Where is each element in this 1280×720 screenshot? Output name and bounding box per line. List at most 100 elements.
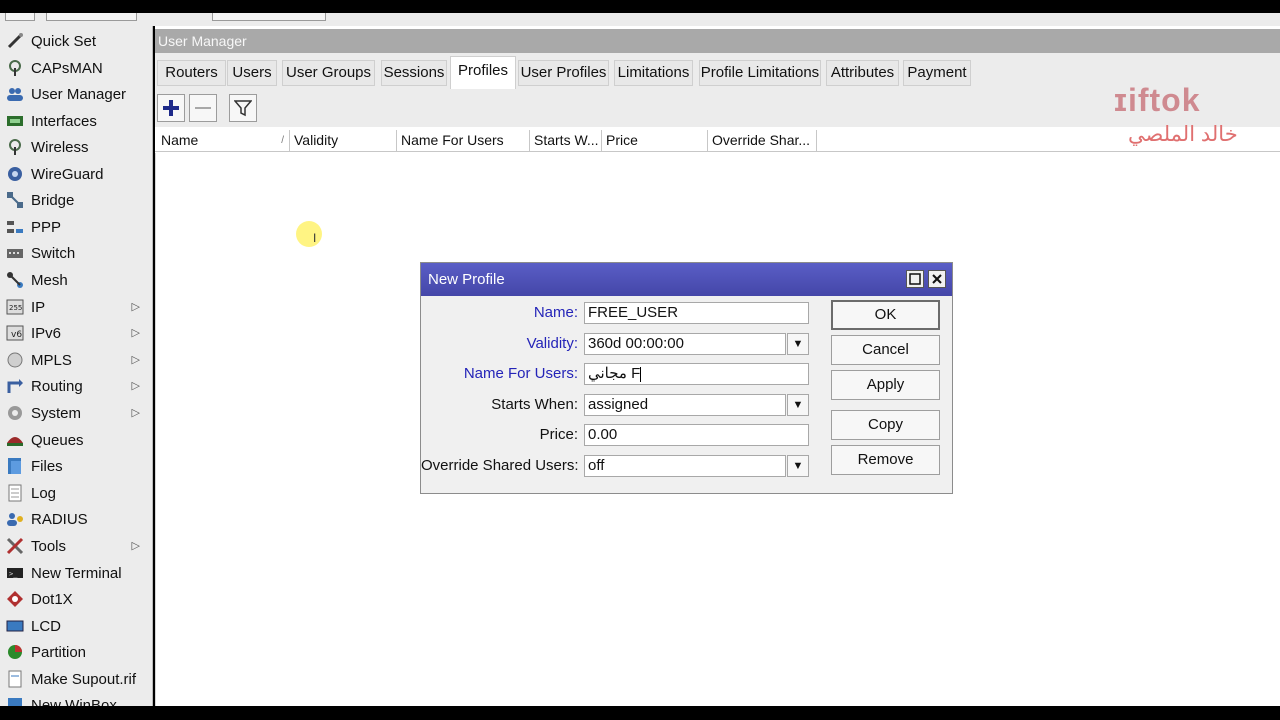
sidebar-item-ipv6[interactable]: v6 IPv6 ▷: [0, 320, 152, 346]
lcd-icon: [5, 617, 25, 635]
name-for-users-field[interactable]: مجاني F: [584, 363, 809, 385]
maximize-button[interactable]: [906, 270, 924, 288]
filter-button[interactable]: [229, 94, 257, 122]
back-button[interactable]: [5, 13, 35, 21]
sidebar-item-queues[interactable]: Queues: [0, 427, 152, 453]
sidebar-item-system[interactable]: System ▷: [0, 400, 152, 426]
sidebar-item-switch[interactable]: Switch: [0, 240, 152, 266]
sidebar-item-label: CAPsMAN: [31, 59, 103, 77]
tab-user-profiles[interactable]: User Profiles: [518, 60, 609, 86]
starts-when-field[interactable]: assigned: [584, 394, 786, 416]
sidebar-item-new-winbox[interactable]: New WinBox: [0, 692, 152, 706]
sidebar-item-interfaces[interactable]: Interfaces: [0, 108, 152, 134]
column-override-shared[interactable]: Override Shar...: [708, 130, 817, 151]
tab-user-groups[interactable]: User Groups: [282, 60, 375, 86]
sidebar-item-quick-set[interactable]: Quick Set: [0, 28, 152, 54]
filter-icon: [234, 100, 252, 117]
sidebar-item-radius[interactable]: RADIUS: [0, 506, 152, 532]
minus-icon: [195, 107, 211, 109]
sidebar-item-mpls[interactable]: MPLS ▷: [0, 347, 152, 373]
sidebar-item-bridge[interactable]: Bridge: [0, 187, 152, 213]
starts-when-dropdown-button[interactable]: ▼: [787, 394, 809, 416]
terminal-icon: >_: [5, 564, 25, 582]
sidebar-item-user-manager[interactable]: User Manager: [0, 81, 152, 107]
antenna-icon: [5, 59, 25, 77]
close-button[interactable]: [928, 270, 946, 288]
cursor-highlight: [296, 221, 322, 247]
log-icon: [5, 484, 25, 502]
supout-icon: [5, 670, 25, 688]
remove-button[interactable]: [189, 94, 217, 122]
folder-icon: [5, 457, 25, 475]
sidebar-item-label: Interfaces: [31, 112, 97, 130]
text-caret: [640, 366, 642, 382]
column-name[interactable]: Name /: [157, 130, 290, 151]
sidebar-item-label: Routing: [31, 377, 83, 395]
cancel-button[interactable]: Cancel: [831, 335, 940, 365]
sidebar-item-dot1x[interactable]: Dot1X: [0, 586, 152, 612]
tab-routers[interactable]: Routers: [157, 60, 226, 86]
sidebar-item-label: System: [31, 404, 82, 422]
sidebar-item-new-terminal[interactable]: >_ New Terminal: [0, 560, 152, 586]
apply-button[interactable]: Apply: [831, 370, 940, 400]
sidebar-item-log[interactable]: Log: [0, 480, 152, 506]
sidebar-item-label: RADIUS: [31, 510, 88, 528]
tab-sessions[interactable]: Sessions: [381, 60, 447, 86]
validity-dropdown-button[interactable]: ▼: [787, 333, 809, 355]
sidebar-item-routing[interactable]: Routing ▷: [0, 373, 152, 399]
name-field[interactable]: FREE_USER: [584, 302, 809, 324]
remove-button-dialog[interactable]: Remove: [831, 445, 940, 475]
sidebar-item-tools[interactable]: Tools ▷: [0, 533, 152, 559]
tab-attributes[interactable]: Attributes: [826, 60, 899, 86]
routing-icon: [5, 377, 25, 395]
sidebar-item-label: Bridge: [31, 191, 75, 209]
tab-limitations[interactable]: Limitations: [614, 60, 693, 86]
sidebar-item-mesh[interactable]: Mesh: [0, 267, 152, 293]
sidebar-item-files[interactable]: Files: [0, 453, 152, 479]
list-toolbar: [155, 89, 1280, 127]
maximize-icon: [909, 273, 921, 285]
column-name-for-users[interactable]: Name For Users: [397, 130, 530, 151]
sidebar-item-lcd[interactable]: LCD: [0, 613, 152, 639]
tab-payment[interactable]: Payment: [903, 60, 971, 86]
sidebar-item-wireguard[interactable]: WireGuard: [0, 161, 152, 187]
validity-field[interactable]: 360d 00:00:00: [584, 333, 786, 355]
dialog-titlebar: New Profile: [421, 263, 952, 296]
ok-button[interactable]: OK: [831, 300, 940, 330]
sidebar-item-ppp[interactable]: PPP: [0, 214, 152, 240]
sidebar-item-label: WireGuard: [31, 165, 104, 183]
gear-icon: [5, 404, 25, 422]
session-field[interactable]: [46, 13, 137, 21]
validity-label: Validity:: [526, 335, 578, 352]
bottom-frame: [0, 706, 1280, 720]
sidebar-item-label: Partition: [31, 643, 87, 661]
price-field[interactable]: 0.00: [584, 424, 809, 446]
sidebar-item-make-supout[interactable]: Make Supout.rif: [0, 666, 152, 692]
sidebar-item-wireless[interactable]: Wireless: [0, 134, 152, 160]
tab-profiles[interactable]: Profiles: [450, 56, 516, 89]
tab-profile-limitations[interactable]: Profile Limitations: [699, 60, 821, 86]
sidebar-item-partition[interactable]: Partition: [0, 639, 152, 665]
override-shared-users-dropdown-button[interactable]: ▼: [787, 455, 809, 477]
copy-button[interactable]: Copy: [831, 410, 940, 440]
mesh-icon: [5, 271, 25, 289]
sidebar-item-capsman[interactable]: CAPsMAN: [0, 55, 152, 81]
column-validity[interactable]: Validity: [290, 130, 397, 151]
wireguard-icon: [5, 165, 25, 183]
top-bar-field[interactable]: [212, 13, 326, 21]
sidebar-item-label: IPv6: [31, 324, 62, 342]
mpls-icon: [5, 351, 25, 369]
price-label: Price:: [539, 426, 578, 443]
winbox-icon: [5, 696, 25, 706]
submenu-arrow-icon: ▷: [131, 354, 140, 366]
column-starts-when[interactable]: Starts W...: [530, 130, 602, 151]
interfaces-icon: [5, 112, 25, 130]
ip-icon: 255: [5, 298, 25, 316]
watermark-name: خالد الملصي: [1128, 123, 1238, 146]
tab-users[interactable]: Users: [227, 60, 277, 86]
text-cursor-icon: I: [313, 231, 317, 245]
sidebar-item-ip[interactable]: 255 IP ▷: [0, 294, 152, 320]
override-shared-users-field[interactable]: off: [584, 455, 786, 477]
column-price[interactable]: Price: [602, 130, 708, 151]
add-button[interactable]: [157, 94, 185, 122]
